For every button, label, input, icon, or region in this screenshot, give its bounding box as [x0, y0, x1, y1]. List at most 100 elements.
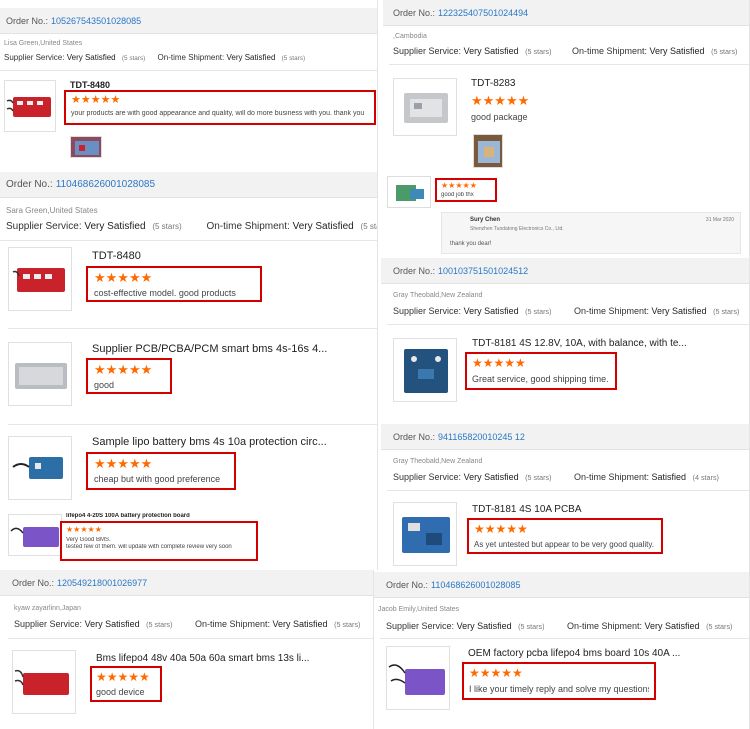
rating-stars-icon: ★★★★★: [471, 93, 530, 108]
buyer-name: Gray Theobald,New Zealand: [393, 292, 483, 299]
order-header: Order No.: 110468626001028085: [0, 172, 377, 198]
review-photo[interactable]: [473, 134, 503, 168]
order-label: Order No.:: [6, 179, 53, 190]
divider: [0, 240, 377, 241]
divider: [387, 490, 749, 491]
order-number-link[interactable]: 941165820010245 12: [438, 432, 525, 442]
supplier-service-label: Supplier Service:: [393, 472, 462, 482]
product-image[interactable]: [8, 436, 72, 500]
review-text: I like your timely reply and solve my qu…: [469, 684, 649, 694]
blue-pcba-icon: [402, 517, 450, 553]
review-text: cheap but with good preference: [94, 474, 221, 484]
product-image[interactable]: [8, 514, 62, 556]
ontime-label: On-time Shipment:: [573, 306, 650, 316]
product-title[interactable]: OEM factory pcba lifepo4 bms board 10s 4…: [468, 648, 749, 659]
review-text: cost-effective model. good products: [94, 288, 236, 298]
product-title[interactable]: TDT-8480: [70, 80, 110, 90]
ontime-stars: (5 stars): [334, 620, 361, 629]
product-image[interactable]: [393, 338, 457, 402]
bms-board-icon: [6, 97, 51, 117]
purple-bms-icon: [10, 527, 59, 547]
bms-board-icon: [12, 268, 65, 292]
ratings-row: Supplier Service: Very Satisfied (5 star…: [14, 619, 370, 629]
supplier-service-value: Very Satisfied: [456, 621, 512, 631]
review-card-3: Order No.: 120549218001026977 kyaw zayar…: [0, 570, 374, 729]
buyer-name: Gray Theobald,New Zealand: [393, 458, 483, 465]
product-image[interactable]: [8, 342, 72, 406]
ontime-label: On-time Shipment:: [571, 46, 648, 56]
product-title[interactable]: TDT-8181 4S 10A PCBA: [472, 504, 582, 515]
ontime-value: Very Satisfied: [226, 53, 276, 62]
order-number-link[interactable]: 105267543501028085: [51, 16, 141, 26]
order-number-link[interactable]: 110468626001028085: [56, 179, 155, 190]
order-label: Order No.:: [12, 577, 55, 588]
ontime-stars: (5 stars): [711, 47, 738, 56]
order-header: Order No.: 100103751501024512: [381, 258, 749, 284]
supplier-service-label: Supplier Service:: [393, 46, 462, 56]
supplier-service-stars: (5 stars): [525, 473, 552, 482]
rating-stars-icon: ★★★★★: [472, 356, 526, 370]
order-number-link[interactable]: 100103751501024512: [438, 266, 528, 276]
review-text: tested few of them. will update with com…: [66, 544, 232, 550]
review-highlight: ★★★★★ Great service, good shipping time.: [465, 352, 617, 390]
review-text: your products are with good appearance a…: [71, 110, 365, 117]
product-title[interactable]: TDT-8283: [471, 78, 515, 89]
supplier-service-value: Very Satisfied: [84, 619, 140, 629]
ontime-stars: (5 stars): [281, 55, 306, 62]
product-title[interactable]: TDT-8480: [92, 250, 141, 262]
blue-pcb-icon: [404, 349, 448, 393]
ratings-row: Supplier Service: Very Satisfied (5 star…: [393, 46, 747, 56]
ontime-stars: (5 stars): [713, 307, 740, 316]
order-label: Order No.:: [6, 15, 49, 26]
product-image[interactable]: [4, 80, 56, 132]
divider: [387, 324, 749, 325]
supplier-service-stars: (5 stars): [518, 622, 545, 631]
review-text: good package: [471, 112, 528, 122]
order-header: Order No.: 122325407501024494: [383, 0, 749, 26]
product-title[interactable]: Bms lifepo4 48v 40a 50a 60a smart bms 13…: [96, 653, 373, 664]
ratings-row: Supplier Service: Very Satisfied (5 star…: [4, 53, 315, 62]
divider: [0, 70, 377, 71]
card-module-icon: [404, 93, 448, 123]
order-label: Order No.:: [386, 579, 429, 590]
supplier-service-value: Very Satisfied: [66, 53, 116, 62]
order-number-link[interactable]: 120549218001026977: [57, 578, 147, 588]
product-image[interactable]: [8, 247, 72, 311]
review-text: Great service, good shipping time.: [472, 374, 609, 384]
product-title[interactable]: Supplier PCB/PCBA/PCM smart bms 4s-16s 4…: [92, 343, 377, 355]
order-number-link[interactable]: 122325407501024494: [438, 8, 528, 18]
photo-thumbnail-icon: [75, 141, 99, 155]
protection-board-icon: [12, 457, 63, 479]
order-label: Order No.:: [393, 431, 436, 442]
green-pcb-icon: [396, 185, 424, 201]
purple-bms-icon: [388, 664, 445, 695]
product-image[interactable]: [12, 650, 76, 714]
product-title[interactable]: TDT-8181 4S 12.8V, 10A, with balance, wi…: [472, 338, 749, 349]
supplier-service-label: Supplier Service:: [393, 306, 462, 316]
review-photo[interactable]: [70, 136, 102, 158]
ontime-label: On-time Shipment:: [157, 53, 225, 62]
bms-board-icon: [14, 669, 69, 695]
product-image[interactable]: [393, 502, 457, 566]
ontime-label: On-time Shipment:: [194, 619, 271, 629]
review-highlight: ★★★★★ good: [86, 358, 172, 394]
review-card-2: Order No.: 110468626001028085 Sara Green…: [0, 170, 378, 570]
order-label: Order No.:: [393, 265, 436, 276]
product-title[interactable]: lifepo4 4-20S 100A battery protection bo…: [66, 513, 190, 519]
order-number-link[interactable]: 110468626001028085: [431, 580, 520, 590]
review-text: Very Good BMS.: [66, 537, 111, 543]
product-title[interactable]: Sample lipo battery bms 4s 10a protectio…: [92, 436, 377, 448]
package-photo-icon: [478, 141, 500, 163]
product-image[interactable]: [387, 176, 431, 208]
supplier-service-value: Very Satisfied: [463, 306, 519, 316]
product-image[interactable]: [393, 78, 457, 136]
reply-text: thank you dear!: [450, 241, 492, 247]
review-highlight: ★★★★★ I like your timely reply and solve…: [462, 662, 656, 700]
order-label: Order No.:: [393, 7, 436, 18]
rating-stars-icon: ★★★★★: [469, 666, 523, 680]
reply-date: 31 Mar 2020: [705, 217, 734, 223]
supplier-service-label: Supplier Service:: [6, 221, 82, 232]
product-image[interactable]: [386, 646, 450, 710]
review-highlight: ★★★★★ cost-effective model. good product…: [86, 266, 262, 302]
rating-stars-icon: ★★★★★: [94, 270, 153, 285]
